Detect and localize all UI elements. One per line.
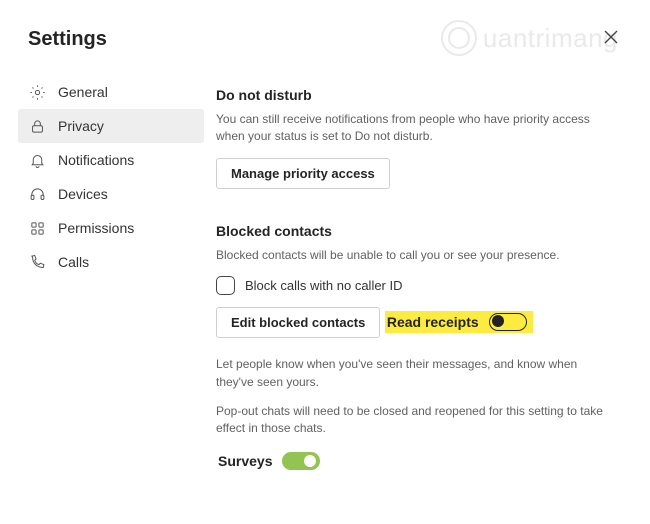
phone-icon [28, 253, 46, 271]
edit-blocked-contacts-button[interactable]: Edit blocked contacts [216, 307, 380, 338]
manage-priority-access-button[interactable]: Manage priority access [216, 158, 390, 189]
sidebar-item-label: Calls [58, 254, 89, 270]
checkbox-icon [216, 276, 235, 295]
block-no-caller-id-row[interactable]: Block calls with no caller ID [216, 276, 612, 295]
settings-header: Settings [0, 0, 650, 61]
sidebar-item-label: Privacy [58, 118, 104, 134]
settings-sidebar: General Privacy Notifications Devices Pe [18, 71, 204, 482]
dnd-desc: You can still receive notifications from… [216, 111, 612, 146]
sidebar-item-label: Notifications [58, 152, 134, 168]
blocked-contacts-title: Blocked contacts [216, 223, 612, 239]
close-button[interactable] [600, 26, 622, 53]
read-receipts-row: Read receipts [385, 311, 533, 333]
sidebar-item-label: Devices [58, 186, 108, 202]
sidebar-item-calls[interactable]: Calls [18, 245, 204, 279]
settings-content: Do not disturb You can still receive not… [204, 71, 632, 482]
gear-icon [28, 83, 46, 101]
surveys-row: Surveys [216, 450, 326, 472]
read-receipts-desc-2: Pop-out chats will need to be closed and… [216, 403, 612, 438]
read-receipts-title: Read receipts [387, 314, 479, 330]
headset-icon [28, 185, 46, 203]
bell-icon [28, 151, 46, 169]
surveys-title: Surveys [218, 453, 272, 469]
close-icon [604, 30, 618, 44]
read-receipts-toggle[interactable] [489, 313, 527, 331]
sidebar-item-notifications[interactable]: Notifications [18, 143, 204, 177]
block-no-caller-id-label: Block calls with no caller ID [245, 278, 403, 293]
page-title: Settings [28, 28, 107, 51]
sidebar-item-permissions[interactable]: Permissions [18, 211, 204, 245]
lock-icon [28, 117, 46, 135]
sidebar-item-general[interactable]: General [18, 75, 204, 109]
read-receipts-desc-1: Let people know when you've seen their m… [216, 356, 612, 391]
sidebar-item-devices[interactable]: Devices [18, 177, 204, 211]
apps-icon [28, 219, 46, 237]
sidebar-item-privacy[interactable]: Privacy [18, 109, 204, 143]
blocked-contacts-desc: Blocked contacts will be unable to call … [216, 247, 612, 264]
toggle-knob-icon [304, 455, 316, 467]
sidebar-item-label: Permissions [58, 220, 134, 236]
surveys-toggle[interactable] [282, 452, 320, 470]
toggle-knob-icon [492, 315, 504, 327]
sidebar-item-label: General [58, 84, 108, 100]
dnd-title: Do not disturb [216, 87, 612, 103]
